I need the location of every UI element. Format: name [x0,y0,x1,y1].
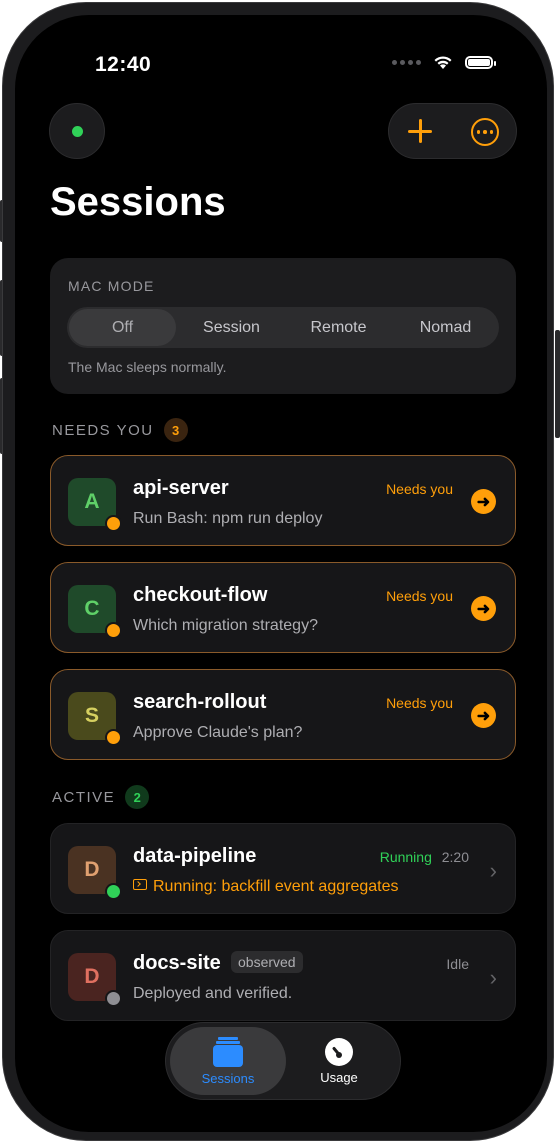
session-status: Running [379,849,432,865]
status-dot-icon [105,990,122,1007]
more-icon[interactable] [471,118,499,146]
sessions-stack-icon [213,1036,243,1067]
tab-sessions-label: Sessions [201,1070,255,1086]
signal-dots-icon [392,60,421,65]
avatar-initial: C [84,597,100,620]
chevron-right-icon: › [489,965,497,990]
phone: 12:40 Sessions MAC MODE Off Session Remo… [0,0,560,1145]
terminal-icon [133,879,147,891]
mac-mode-card: MAC MODE Off Session Remote Nomad The Ma… [50,258,516,394]
mac-mode-option-off[interactable]: Off [69,309,176,346]
needs-you-count-badge: 3 [163,418,188,442]
session-status: Needs you [386,481,453,497]
mac-mode-option-session[interactable]: Session [178,307,285,348]
avatar-initial: D [84,858,100,881]
avatar: S [68,692,122,746]
observed-badge: observed [231,951,303,973]
needs-you-header: NEEDS YOU 3 [52,418,188,442]
status-time: 12:40 [95,53,152,76]
session-subtitle-row: Running: backfill event aggregates [133,878,399,896]
tab-usage[interactable]: Usage [281,1027,397,1095]
session-subtitle: Which migration strategy? [133,617,318,634]
connection-status-button[interactable] [49,103,105,159]
session-subtitle: Running: backfill event aggregates [153,878,399,895]
mac-mode-option-nomad[interactable]: Nomad [392,307,499,348]
mac-mode-note: The Mac sleeps normally. [68,359,227,375]
session-name: docs-site [133,952,221,974]
tab-sessions[interactable]: Sessions [170,1027,286,1095]
connection-dot-icon [71,125,83,137]
session-status-group: Running 2:20 [380,849,469,865]
arrow-right-icon[interactable]: ➜ [471,596,496,621]
status-dot-icon [105,622,122,639]
tab-usage-label: Usage [320,1069,358,1085]
session-status: Needs you [386,588,453,604]
mac-mode-label: MAC MODE [68,278,155,294]
active-count-badge: 2 [125,785,150,809]
phone-frame: 12:40 Sessions MAC MODE Off Session Remo… [2,2,554,1141]
session-name: data-pipeline [133,845,257,867]
session-name: api-server [133,477,229,499]
avatar: D [68,846,122,900]
mac-mode-option-remote[interactable]: Remote [285,307,392,348]
arrow-right-icon[interactable]: ➜ [471,703,496,728]
avatar: D [68,953,122,1007]
session-subtitle: Approve Claude's plan? [133,724,303,741]
status-dot-icon [105,883,122,900]
session-card-api-server[interactable]: A api-server Needs you Run Bash: npm run… [50,455,516,546]
session-status: Idle [446,956,469,972]
session-time: 2:20 [441,849,469,865]
screen: 12:40 Sessions MAC MODE Off Session Remo… [15,15,547,1132]
session-status: Needs you [386,695,453,711]
active-header: ACTIVE 2 [52,785,150,809]
avatar-initial: D [84,965,100,988]
chevron-right-icon: › [489,858,497,883]
session-card-search-rollout[interactable]: S search-rollout Needs you Approve Claud… [50,669,516,760]
tab-bar: Sessions Usage [165,1022,401,1100]
power-button [555,330,560,438]
session-card-docs-site[interactable]: D docs-site observed Idle Deployed and v… [50,930,516,1021]
status-icons [392,55,496,70]
avatar-initial: S [84,704,99,727]
session-card-checkout-flow[interactable]: C checkout-flow Needs you Which migratio… [50,562,516,653]
avatar: A [68,478,122,532]
page-title: Sessions [50,180,226,224]
status-dot-icon [105,729,122,746]
session-card-data-pipeline[interactable]: D data-pipeline Running 2:20 Running: ba… [50,823,516,914]
battery-icon [465,56,496,69]
avatar: C [68,585,122,639]
gauge-icon [325,1037,353,1066]
mac-mode-segmented-control: Off Session Remote Nomad [67,307,499,348]
session-subtitle: Deployed and verified. [133,985,293,1002]
header-actions [388,103,517,159]
needs-you-title: NEEDS YOU [52,421,154,439]
active-title: ACTIVE [52,788,116,806]
wifi-icon [434,56,452,69]
avatar-initial: A [84,490,100,513]
status-dot-icon [105,515,122,532]
arrow-right-icon[interactable]: ➜ [471,489,496,514]
plus-icon[interactable] [405,116,435,146]
session-name: checkout-flow [133,584,268,606]
session-subtitle: Run Bash: npm run deploy [133,510,323,527]
session-name: search-rollout [133,691,267,713]
